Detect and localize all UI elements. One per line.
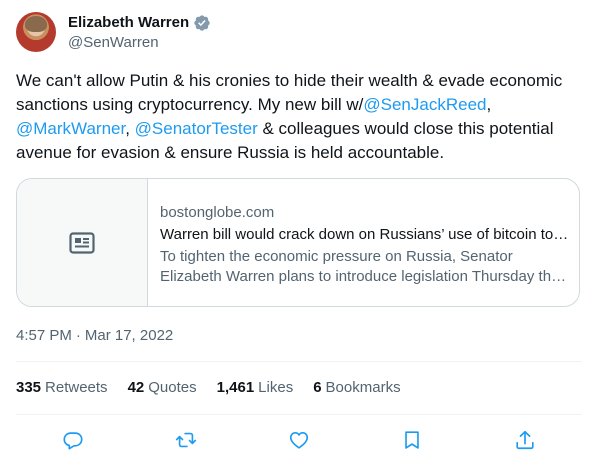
card-thumbnail xyxy=(17,179,148,306)
quotes-stat[interactable]: 42 Quotes xyxy=(128,378,197,398)
bookmarks-stat[interactable]: 6 Bookmarks xyxy=(313,378,400,398)
timestamp-date: Mar 17, 2022 xyxy=(84,327,174,344)
tweet-text-segment: , xyxy=(486,95,492,114)
bookmark-button[interactable] xyxy=(394,422,430,458)
bookmarks-label: Bookmarks xyxy=(325,379,401,396)
card-description: To tighten the economic pressure on Russ… xyxy=(160,248,564,285)
bookmark-icon xyxy=(405,431,419,449)
article-icon xyxy=(69,231,95,254)
tweet-timestamp[interactable]: 4:57 PM · Mar 17, 2022 xyxy=(16,326,173,346)
mention-link[interactable]: @SenatorTester xyxy=(135,119,258,138)
card-title[interactable]: Warren bill would crack down on Russians… xyxy=(160,225,570,245)
timestamp-time: 4:57 PM xyxy=(16,327,72,344)
link-card[interactable]: bostonglobe.com Warren bill would crack … xyxy=(16,178,580,307)
retweets-label: Retweets xyxy=(45,379,108,396)
retweet-button[interactable] xyxy=(168,422,204,458)
likes-label: Likes xyxy=(258,379,294,396)
tweet-text-segment: , xyxy=(125,119,135,138)
divider xyxy=(16,361,582,362)
quotes-count: 42 xyxy=(127,379,145,396)
like-icon xyxy=(289,432,309,449)
card-body: bostonglobe.com Warren bill would crack … xyxy=(160,203,570,287)
tweet-text: We can't allow Putin & his cronies to hi… xyxy=(16,69,586,165)
retweet-icon xyxy=(175,432,196,448)
retweets-count: 335 xyxy=(16,379,42,396)
card-domain: bostonglobe.com xyxy=(160,204,275,221)
like-button[interactable] xyxy=(281,422,317,458)
divider xyxy=(16,414,582,415)
author-display-name[interactable]: Elizabeth Warren xyxy=(68,13,189,33)
retweets-stat[interactable]: 335 Retweets xyxy=(16,378,108,398)
author-name-row: Elizabeth Warren xyxy=(68,13,211,33)
verified-badge-icon[interactable] xyxy=(193,14,211,32)
timestamp-separator: · xyxy=(75,327,81,344)
share-button[interactable] xyxy=(507,422,543,458)
avatar[interactable] xyxy=(16,12,56,52)
share-icon xyxy=(516,430,534,450)
reply-icon xyxy=(63,432,83,450)
reply-button[interactable] xyxy=(55,422,91,458)
likes-count: 1,461 xyxy=(216,379,255,396)
mention-link[interactable]: @SenJackReed xyxy=(363,95,486,114)
mention-link[interactable]: @MarkWarner xyxy=(16,119,125,138)
engagement-stats: 335 Retweets 42 Quotes 1,461 Likes 6 Bookmar… xyxy=(16,378,421,398)
tweet-header: Elizabeth Warren @SenWarren xyxy=(16,12,582,56)
tweet-actions xyxy=(16,422,582,458)
author-handle[interactable]: @SenWarren xyxy=(68,33,159,53)
likes-stat[interactable]: 1,461 Likes xyxy=(217,378,294,398)
quotes-label: Quotes xyxy=(148,379,197,396)
bookmarks-count: 6 xyxy=(313,379,322,396)
